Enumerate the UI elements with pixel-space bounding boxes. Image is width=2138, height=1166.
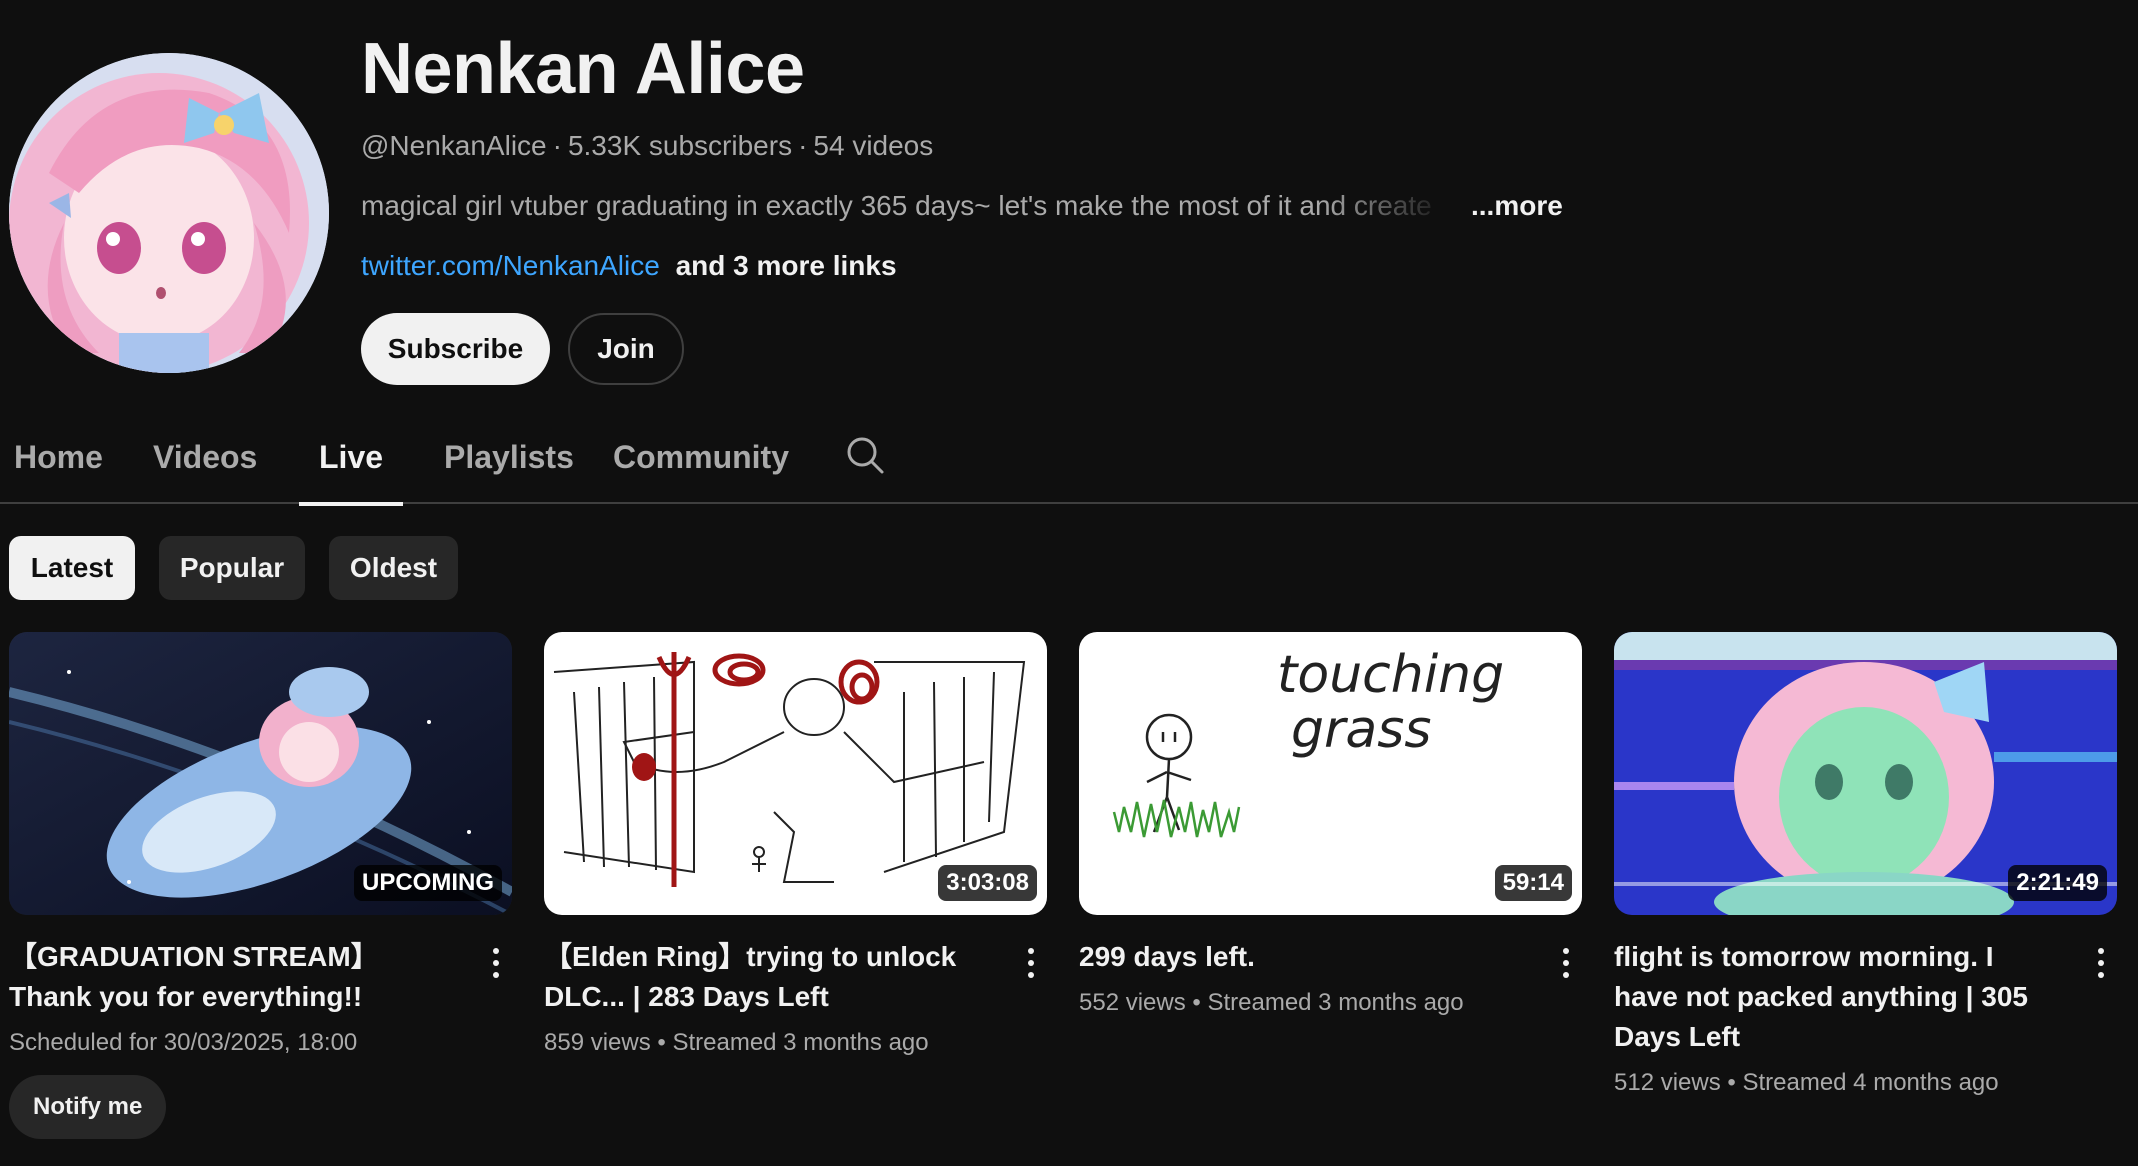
video-title[interactable]: 299 days left.: [1079, 937, 1522, 977]
video-title[interactable]: 【GRADUATION STREAM】Thank you for everyth…: [9, 937, 452, 1017]
channel-description-row[interactable]: magical girl vtuber graduating in exactl…: [361, 190, 1563, 222]
duration-badge: 3:03:08: [938, 865, 1037, 901]
more-options-icon[interactable]: [1554, 943, 1578, 983]
subscribe-button[interactable]: Subscribe: [361, 313, 550, 385]
duration-badge: 59:14: [1494, 865, 1572, 901]
duration-badge: 2:21:49: [2008, 865, 2107, 901]
channel-page: Nenkan Alice @NenkanAlice · 5.33K subscrib…: [0, 0, 2138, 1166]
tab-videos[interactable]: Videos: [153, 420, 257, 504]
tab-live[interactable]: Live: [298, 420, 404, 506]
video-meta: 552 views • Streamed 3 months ago: [1079, 989, 1464, 1016]
video-thumbnail[interactable]: UPCOMING: [9, 632, 512, 915]
video-info: 【Elden Ring】trying to unlock DLC... | 28…: [544, 915, 1047, 1057]
channel-name: Nenkan Alice: [361, 29, 805, 109]
upcoming-badge: UPCOMING: [354, 865, 502, 901]
search-icon[interactable]: [845, 435, 885, 475]
video-card[interactable]: 3:03:08 【Elden Ring】trying to unlock DLC…: [544, 632, 1047, 1057]
video-info: 299 days left. 552 views • Streamed 3 mo…: [1079, 915, 1582, 1017]
tab-playlists[interactable]: Playlists: [444, 420, 574, 504]
video-meta: Scheduled for 30/03/2025, 18:00: [9, 1029, 358, 1056]
channel-meta: @NenkanAlice · 5.33K subscribers · 54 videos: [361, 130, 933, 162]
channel-links: twitter.com/NenkanAlice and 3 more links: [361, 250, 897, 282]
more-options-icon[interactable]: [2089, 943, 2113, 983]
twitter-link[interactable]: twitter.com/NenkanAlice: [361, 250, 660, 281]
thumbnail-caption-line2: grass: [1291, 700, 1431, 760]
channel-handle: @NenkanAlice: [361, 130, 547, 161]
video-title[interactable]: flight is tomorrow morning. I have not p…: [1614, 937, 2057, 1057]
chip-popular[interactable]: Popular: [159, 536, 305, 600]
avatar-illustration: [9, 53, 329, 373]
thumbnail-caption-line1: touching: [1277, 645, 1504, 705]
channel-avatar[interactable]: [9, 53, 329, 373]
more-options-icon[interactable]: [484, 943, 508, 983]
subscriber-count: 5.33K subscribers: [567, 130, 793, 161]
video-meta: 512 views • Streamed 4 months ago: [1614, 1069, 1999, 1096]
video-thumbnail[interactable]: 3:03:08: [544, 632, 1047, 915]
video-title[interactable]: 【Elden Ring】trying to unlock DLC... | 28…: [544, 937, 987, 1017]
video-info: 【GRADUATION STREAM】Thank you for everyth…: [9, 915, 512, 1139]
meta-separator: ·: [798, 130, 808, 161]
chip-oldest[interactable]: Oldest: [329, 536, 458, 600]
channel-description: magical girl vtuber graduating in exactl…: [361, 190, 1432, 221]
video-thumbnail[interactable]: 2:21:49: [1614, 632, 2117, 915]
channel-tabs: Home Videos Live Playlists Community: [0, 420, 2138, 506]
video-card[interactable]: UPCOMING 【GRADUATION STREAM】Thank you fo…: [9, 632, 512, 1139]
meta-separator: ·: [552, 130, 562, 161]
video-card[interactable]: touching grass 59:14 299 days left. 552 …: [1079, 632, 1582, 1017]
video-meta: 859 views • Streamed 3 months ago: [544, 1029, 929, 1056]
join-button[interactable]: Join: [568, 313, 684, 385]
video-count: 54 videos: [813, 130, 934, 161]
tab-community[interactable]: Community: [613, 420, 789, 504]
more-links-button[interactable]: and 3 more links: [676, 250, 897, 281]
chip-latest[interactable]: Latest: [9, 536, 135, 600]
video-thumbnail[interactable]: touching grass 59:14: [1079, 632, 1582, 915]
description-more-link[interactable]: ...more: [1471, 190, 1563, 222]
more-options-icon[interactable]: [1019, 943, 1043, 983]
tab-home[interactable]: Home: [14, 420, 103, 504]
video-info: flight is tomorrow morning. I have not p…: [1614, 915, 2117, 1097]
video-card[interactable]: 2:21:49 flight is tomorrow morning. I ha…: [1614, 632, 2117, 1097]
notify-me-button[interactable]: Notify me: [9, 1075, 167, 1139]
